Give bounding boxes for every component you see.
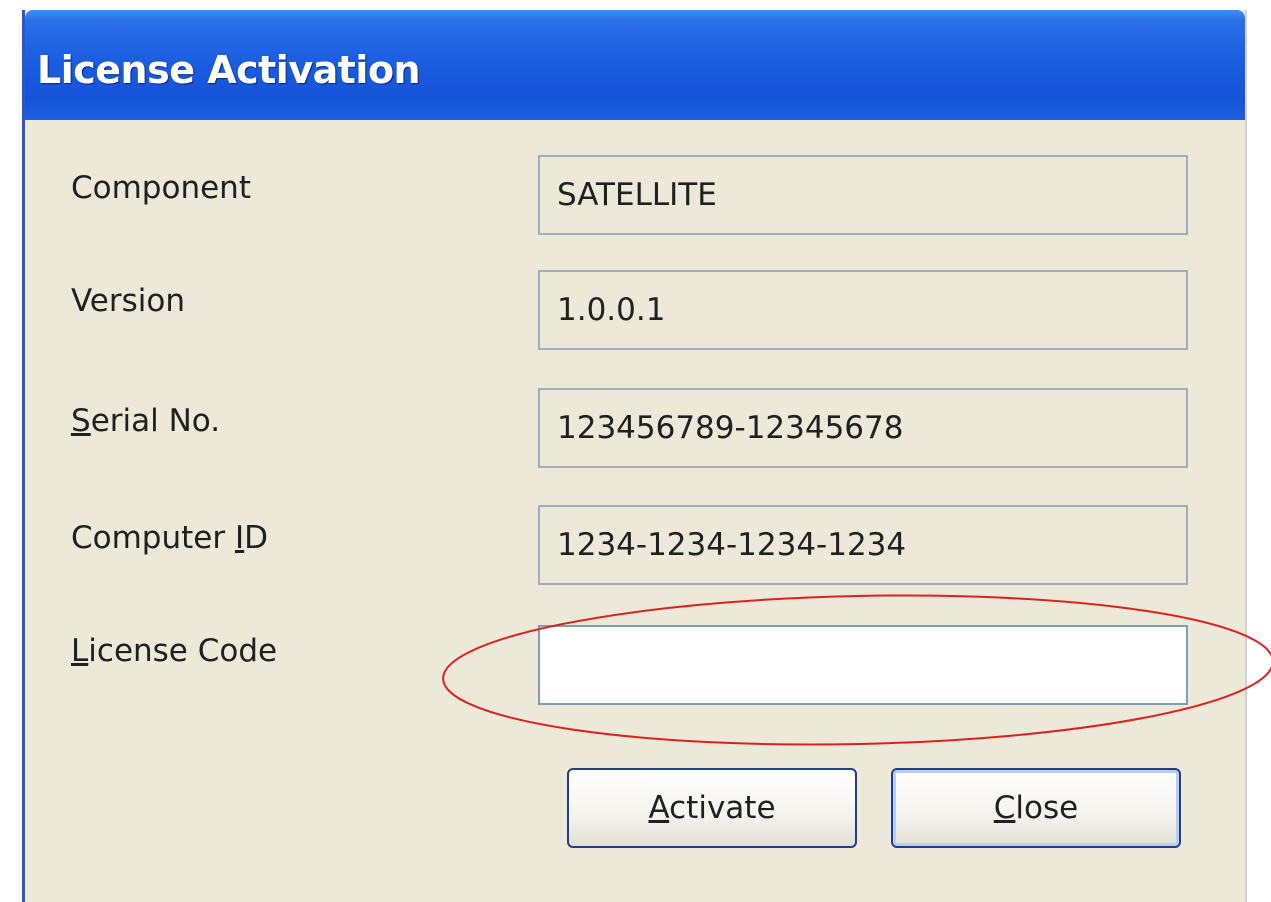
- serial-no-label: Serial No.: [71, 403, 220, 439]
- license-code-label-rest: icense Code: [88, 633, 278, 669]
- window-title: License Activation: [37, 48, 421, 92]
- computer-id-label-rest: D: [244, 520, 268, 556]
- close-button-mnemonic: C: [993, 790, 1016, 826]
- license-code-label: License Code: [71, 633, 277, 669]
- version-field: 1.0.0.1: [538, 270, 1188, 350]
- component-label: Component: [71, 170, 251, 206]
- computer-id-label-mnemonic: I: [234, 520, 245, 556]
- component-field: SATELLITE: [538, 155, 1188, 235]
- computer-id-label-prefix: Computer: [71, 520, 235, 556]
- computer-id-field: 1234-1234-1234-1234: [538, 505, 1188, 585]
- computer-id-label: Computer ID: [71, 520, 268, 556]
- serial-no-label-mnemonic: S: [71, 403, 91, 439]
- close-button[interactable]: Close: [891, 768, 1181, 848]
- close-button-rest: lose: [1015, 790, 1079, 826]
- serial-no-label-rest: erial No.: [90, 403, 221, 439]
- license-code-input[interactable]: [538, 625, 1188, 705]
- license-code-label-mnemonic: L: [71, 633, 89, 669]
- serial-no-field: 123456789-12345678: [538, 388, 1188, 468]
- activate-button[interactable]: Activate: [567, 768, 857, 848]
- activate-button-rest: ctivate: [669, 790, 776, 826]
- title-bar[interactable]: License Activation: [25, 10, 1245, 120]
- license-activation-dialog: License Activation Component SATELLITE V…: [22, 10, 1247, 902]
- version-label: Version: [71, 283, 185, 319]
- activate-button-mnemonic: A: [648, 790, 670, 826]
